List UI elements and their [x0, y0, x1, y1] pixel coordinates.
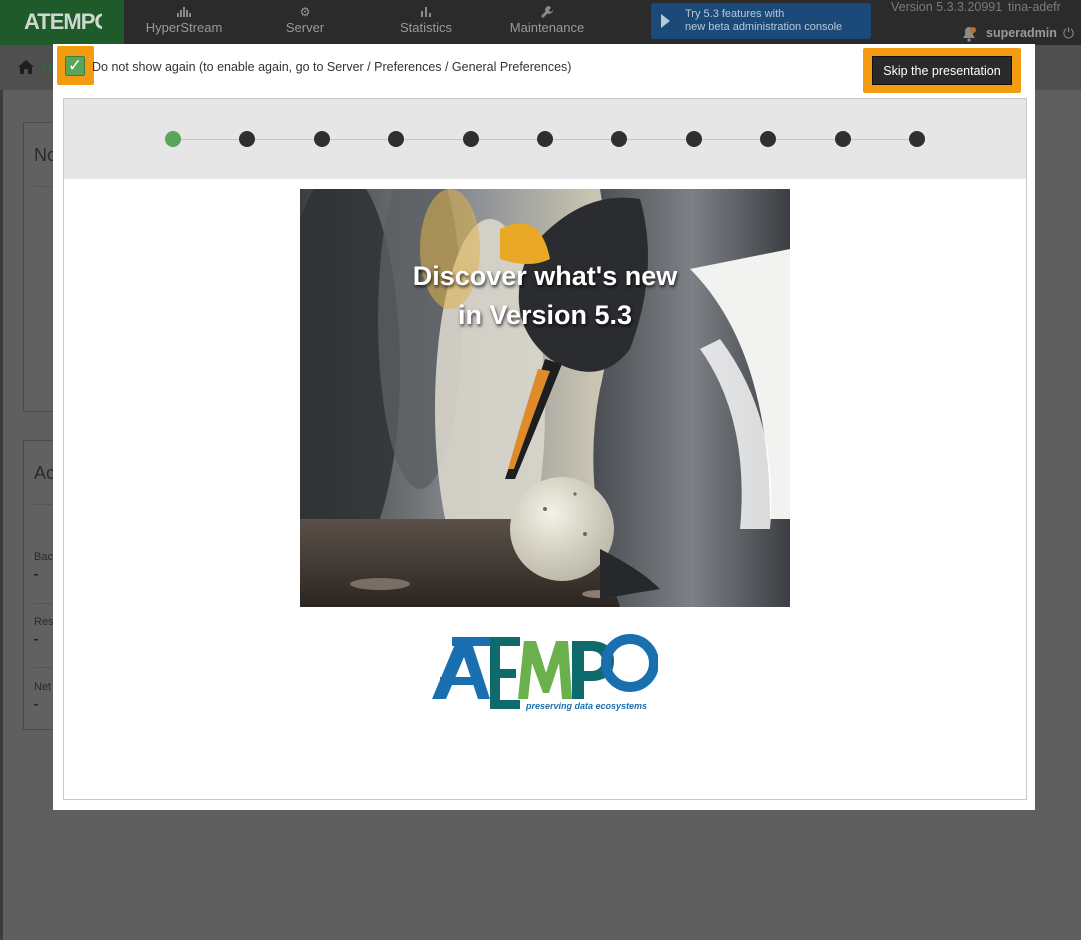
dont-show-again-checkbox[interactable]: ✓	[57, 46, 94, 85]
home-icon[interactable]	[18, 60, 34, 74]
step-dot-4[interactable]	[388, 131, 404, 147]
wrench-icon	[504, 0, 590, 20]
whats-new-modal: ✓ Do not show again (to enable again, go…	[53, 44, 1035, 810]
version-label: Version 5.3.3.20991	[891, 0, 1003, 14]
background-label: Net	[34, 681, 52, 693]
nav-hyperstream-label: HyperStream	[145, 20, 223, 35]
slide-image: Discover what's new in Version 5.3	[300, 189, 790, 607]
user-name[interactable]: superadmin	[986, 26, 1057, 40]
breadcrumb[interactable]: H	[42, 61, 52, 77]
dont-show-again-label[interactable]: Do not show again (to enable again, go t…	[92, 60, 571, 74]
slide-stepper	[64, 99, 1026, 179]
play-icon	[661, 14, 670, 28]
power-icon[interactable]: ⏻	[1063, 25, 1074, 42]
panel-title: Ac	[34, 463, 56, 483]
step-dot-9[interactable]	[760, 131, 776, 147]
nav-statistics-label: Statistics	[399, 20, 452, 35]
step-dot-2[interactable]	[239, 131, 255, 147]
slide-title-line-2: in Version 5.3	[457, 300, 633, 330]
bell-icon[interactable]	[961, 26, 977, 42]
app-logo[interactable]: ATEMPO	[0, 0, 124, 45]
top-nav-bar: ATEMPO HyperStream ⚙ Server Statistics M…	[0, 0, 1081, 45]
gear-icon: ⚙	[299, 5, 311, 19]
beta-line-2: new beta administration console	[685, 21, 843, 33]
host-label: tina-adefr	[1008, 0, 1061, 14]
slide-title-line-1: Discover what's new	[412, 261, 678, 291]
bar-chart-icon	[391, 0, 461, 20]
page-edge	[0, 90, 3, 940]
nav-maintenance[interactable]: Maintenance	[504, 0, 590, 45]
background-value: -	[34, 696, 39, 711]
step-dot-6[interactable]	[537, 131, 553, 147]
background-value: -	[34, 566, 39, 581]
skip-presentation-button[interactable]: Skip the presentation	[872, 56, 1012, 85]
nav-server[interactable]: ⚙ Server	[270, 0, 340, 45]
nav-statistics[interactable]: Statistics	[391, 0, 461, 45]
background-value: -	[34, 631, 39, 646]
check-icon: ✓	[65, 56, 85, 76]
atempo-logo-icon: ATEMPO	[24, 9, 102, 34]
grid-icon	[140, 0, 228, 20]
atempo-brand-logo: preserving data ecosystems	[432, 634, 658, 711]
brand-tagline: preserving data ecosystems	[525, 701, 647, 711]
background-label: Res	[34, 616, 54, 628]
penguin-photo	[300, 189, 790, 607]
step-dot-1[interactable]	[165, 131, 181, 147]
nav-hyperstream[interactable]: HyperStream	[140, 0, 228, 45]
step-dot-10[interactable]	[835, 131, 851, 147]
step-dot-5[interactable]	[463, 131, 479, 147]
beta-console-link[interactable]: Try 5.3 features with new beta administr…	[651, 3, 871, 39]
svg-text:ATEMPO: ATEMPO	[24, 9, 102, 34]
nav-maintenance-label: Maintenance	[509, 20, 585, 35]
step-dot-7[interactable]	[611, 131, 627, 147]
slide-frame: Discover what's new in Version 5.3 prese…	[63, 98, 1027, 800]
background-label: Bac	[34, 551, 53, 563]
beta-line-1: Try 5.3 features with	[685, 8, 785, 20]
skip-highlight: Skip the presentation	[863, 48, 1021, 93]
step-dot-11[interactable]	[909, 131, 925, 147]
nav-server-label: Server	[285, 20, 325, 35]
slide-title: Discover what's new in Version 5.3	[300, 257, 790, 335]
step-dot-3[interactable]	[314, 131, 330, 147]
step-dot-8[interactable]	[686, 131, 702, 147]
